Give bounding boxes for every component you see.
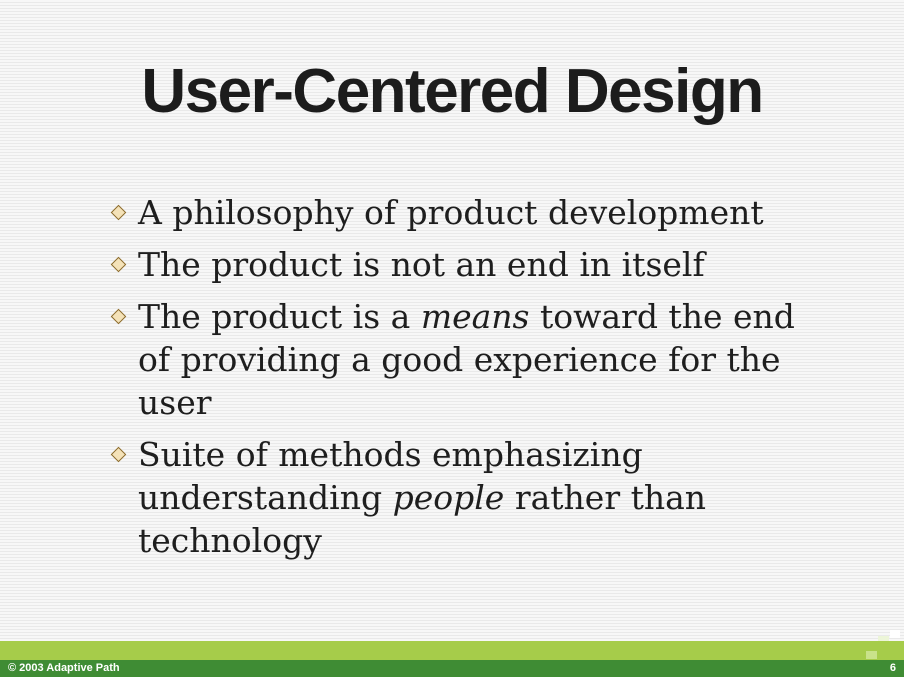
footer-copyright: © 2003 Adaptive Path: [8, 662, 120, 674]
bullet-item: A philosophy of product development: [108, 191, 798, 234]
footer-decoration-square: [890, 630, 900, 638]
bullet-text: A philosophy of product development: [138, 193, 764, 232]
slide-title: User-Centered Design: [141, 57, 764, 126]
bullet-text: The product is not an end in itself: [138, 245, 705, 284]
bullet-text-segment: The product is a: [138, 297, 421, 336]
bullet-item: The product is not an end in itself: [108, 243, 798, 286]
bullet-text-emphasis: means: [420, 297, 530, 336]
bullet-list: A philosophy of product development The …: [108, 191, 798, 571]
slide: User-Centered Design A philosophy of pro…: [0, 0, 904, 677]
bullet-text: Suite of methods emphasizing understandi…: [138, 435, 706, 560]
diamond-bullet-icon: [110, 204, 127, 221]
bullet-text: The product is a means toward the end of…: [138, 297, 795, 422]
footer-band-light: [0, 641, 904, 660]
diamond-bullet-icon: [110, 308, 127, 325]
bullet-item: Suite of methods emphasizing understandi…: [108, 433, 798, 562]
footer-decoration-square: [866, 651, 877, 659]
page-number: 6: [889, 662, 896, 674]
bullet-text-segment: A philosophy of product development: [138, 193, 764, 232]
diamond-bullet-icon: [110, 256, 127, 273]
diamond-bullet-icon: [110, 446, 127, 463]
bullet-item: The product is a means toward the end of…: [108, 295, 798, 424]
bullet-text-emphasis: people: [392, 478, 505, 517]
footer-band-dark: [0, 660, 904, 677]
bullet-text-segment: The product is not an end in itself: [138, 245, 705, 284]
